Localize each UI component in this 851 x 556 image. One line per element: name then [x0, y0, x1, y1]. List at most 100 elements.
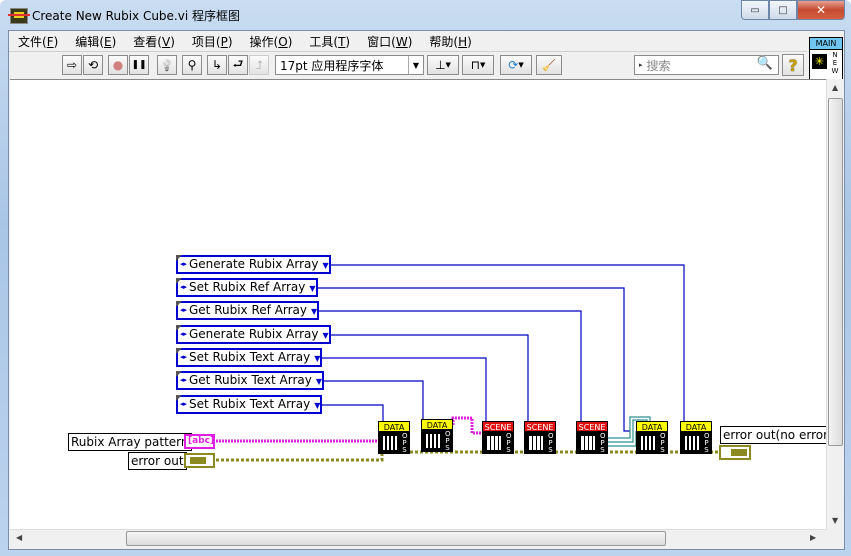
step-out-button[interactable]: ⮥ — [249, 55, 269, 75]
scroll-down-icon[interactable]: ▼ — [832, 516, 838, 525]
menu-item-label: 编辑 — [75, 34, 100, 49]
run-arrow-icon: ⇨ — [66, 58, 78, 72]
horizontal-scroll-thumb[interactable] — [126, 531, 666, 546]
menu-item[interactable]: 工具(T) — [300, 33, 358, 50]
chevron-down-icon[interactable]: ▼ — [309, 284, 315, 293]
string-control-terminal[interactable]: [abc] — [184, 434, 215, 449]
enum-value: Set Rubix Ref Array — [189, 280, 306, 294]
align-objects-button[interactable]: ⊥ ▼ — [427, 55, 459, 75]
pattern-control-label: Rubix Array pattern — [68, 433, 192, 451]
cube-faces-icon — [487, 436, 501, 450]
data-ops-node[interactable]: DATA O P S — [378, 421, 410, 454]
node-side-text: OPS — [445, 431, 451, 452]
node-side-letter: S — [402, 446, 407, 454]
maximize-button[interactable]: □ — [769, 0, 797, 20]
chevron-down-icon[interactable]: ▼ — [314, 401, 320, 410]
enum-constant[interactable]: ◂▸ Generate Rubix Array ▼ — [176, 325, 331, 344]
retain-wire-values-button[interactable]: ⚲ — [182, 55, 202, 75]
string-wire[interactable] — [451, 416, 482, 435]
data-ops-node[interactable]: DATA O P S — [421, 419, 453, 452]
reorder-button[interactable]: ⟳ ▼ — [500, 55, 532, 75]
table-icon — [685, 436, 699, 450]
enum-constant[interactable]: ◂▸ Set Rubix Text Array ▼ — [176, 348, 323, 367]
context-help-button[interactable]: ? — [782, 54, 804, 76]
enum-wire[interactable] — [314, 287, 630, 432]
increment-icon[interactable]: ◂▸ — [180, 280, 187, 295]
chevron-down-icon[interactable]: ▼ — [322, 261, 328, 270]
menu-item[interactable]: 操作(O) — [241, 33, 301, 50]
search-input[interactable]: ▸ 搜索 🔍 — [634, 55, 779, 75]
block-diagram-canvas[interactable]: ◂▸ Generate Rubix Array ▼ ◂▸ Set Rubix Ref … — [10, 79, 826, 530]
increment-icon[interactable]: ◂▸ — [180, 257, 187, 272]
scene-ops-node[interactable]: SCENE O P S — [524, 421, 556, 454]
minimize-button[interactable]: ▭ — [741, 0, 769, 20]
data-ops-node[interactable]: DATA O P S — [636, 421, 668, 454]
menu-item[interactable]: 项目(P) — [183, 33, 241, 50]
scroll-up-icon[interactable]: ▲ — [832, 83, 838, 92]
abort-button[interactable]: ● — [108, 55, 128, 75]
menu-item[interactable]: 查看(V) — [124, 33, 183, 50]
distribute-objects-button[interactable]: ⊓ ▼ — [462, 55, 494, 75]
menu-item[interactable]: 帮助(H) — [420, 33, 479, 50]
search-icon[interactable]: 🔍 — [757, 56, 773, 71]
enum-constant[interactable]: ◂▸ Set Rubix Ref Array ▼ — [176, 278, 318, 297]
increment-icon[interactable]: ◂▸ — [180, 350, 187, 365]
scroll-left-icon[interactable]: ◀ — [16, 533, 22, 542]
enum-constant[interactable]: ◂▸ Set Rubix Text Array ▼ — [176, 395, 323, 414]
enum-wire[interactable] — [325, 334, 534, 432]
horizontal-scrollbar[interactable]: ◀ ▶ — [10, 529, 826, 548]
scene-ops-node[interactable]: SCENE O P S — [576, 421, 608, 454]
probe-icon: ⚲ — [187, 58, 197, 72]
menu-item-accel: F — [46, 34, 54, 49]
step-over-icon: ⮐ — [232, 56, 244, 71]
cleanup-diagram-button[interactable]: 🧹 — [536, 55, 562, 75]
close-button[interactable]: ✕ — [797, 0, 845, 20]
error-cluster-control-terminal[interactable] — [184, 453, 215, 468]
table-icon — [641, 436, 655, 450]
highlight-execution-button[interactable]: 💡 — [157, 55, 177, 75]
enum-wire[interactable] — [325, 264, 690, 432]
node-header: SCENE — [576, 421, 608, 432]
enum-constant[interactable]: ◂▸ Get Rubix Text Array ▼ — [176, 371, 325, 390]
data-ops-node[interactable]: DATA O P S — [680, 421, 712, 454]
menu-item[interactable]: 窗口(W) — [358, 33, 420, 50]
enum-value: Get Rubix Text Array — [189, 373, 312, 387]
run-continuously-button[interactable]: ⟲ — [83, 55, 103, 75]
error-wire[interactable] — [216, 454, 384, 462]
vertical-scrollbar[interactable]: ▲ ▼ — [826, 79, 844, 530]
scene-ops-node[interactable]: SCENE O P S — [482, 421, 514, 454]
menu-item-label: 帮助 — [429, 34, 454, 49]
node-side-text: OPS — [548, 433, 554, 454]
align-icon: ⊥ — [435, 58, 446, 72]
menu-item[interactable]: 编辑(E) — [66, 33, 124, 50]
chevron-down-icon[interactable]: ▼ — [311, 307, 317, 316]
table-icon — [383, 436, 397, 450]
vertical-scroll-thumb[interactable] — [828, 98, 843, 446]
error-cluster-indicator-terminal[interactable] — [719, 445, 751, 460]
chevron-down-icon[interactable]: ▼ — [314, 354, 320, 363]
run-button[interactable]: ⇨ — [62, 55, 82, 75]
pause-button[interactable]: ❚❚ — [129, 55, 149, 75]
vi-icon-side-text: N E W — [831, 51, 839, 75]
run-continuously-icon: ⟲ — [87, 58, 99, 72]
node-side-letter: S — [445, 444, 450, 452]
enum-constant[interactable]: ◂▸ Get Rubix Ref Array ▼ — [176, 301, 320, 320]
enum-constant[interactable]: ◂▸ Generate Rubix Array ▼ — [176, 255, 331, 274]
labview-window: Create New Rubix Cube.vi 程序框图 ▭ □ ✕ 文件(F… — [0, 0, 851, 556]
increment-icon[interactable]: ◂▸ — [180, 303, 187, 318]
step-over-button[interactable]: ⮐ — [228, 55, 248, 75]
step-into-button[interactable]: ↳ — [207, 55, 227, 75]
enum-wire[interactable] — [316, 310, 587, 432]
menu-item[interactable]: 文件(F) — [9, 33, 66, 50]
chevron-down-icon[interactable]: ▼ — [322, 331, 328, 340]
enum-value: Generate Rubix Array — [189, 327, 319, 341]
increment-icon[interactable]: ◂▸ — [180, 327, 187, 342]
chevron-down-icon[interactable]: ▼ — [316, 377, 322, 386]
increment-icon[interactable]: ◂▸ — [180, 373, 187, 388]
cube-faces-icon — [529, 436, 543, 450]
font-select-value: 17pt 应用程序字体 — [280, 58, 384, 73]
font-select[interactable]: 17pt 应用程序字体 ▼ — [275, 55, 424, 75]
increment-icon[interactable]: ◂▸ — [180, 397, 187, 412]
scroll-right-icon[interactable]: ▶ — [810, 533, 816, 542]
vi-icon[interactable]: MAIN ✳ N E W — [809, 37, 843, 81]
